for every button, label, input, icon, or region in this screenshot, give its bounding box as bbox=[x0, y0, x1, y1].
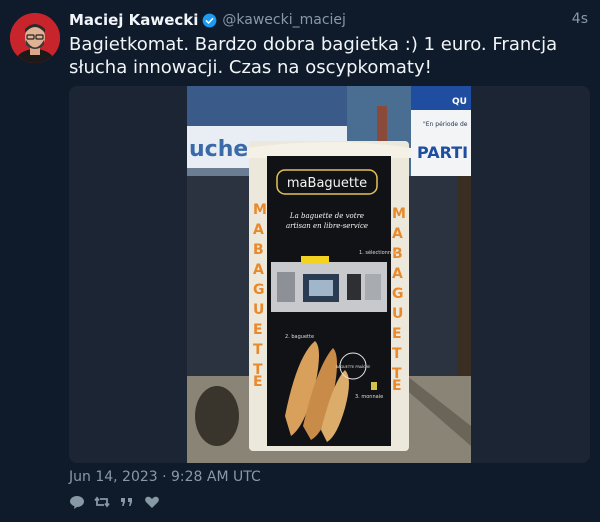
step2-label: 2. baguette bbox=[285, 334, 314, 340]
svg-text:E: E bbox=[253, 322, 263, 338]
svg-text:A: A bbox=[253, 222, 264, 238]
freshness-badge: BAGUETTE FRAÎCHE bbox=[336, 364, 371, 369]
svg-text:M: M bbox=[392, 206, 406, 222]
reply-icon[interactable] bbox=[69, 494, 85, 510]
avatar[interactable] bbox=[10, 13, 60, 63]
tweet-text: Bagietkomat. Bardzo dobra bagietka :) 1 … bbox=[69, 34, 558, 78]
slogan-line2: artisan en libre-service bbox=[286, 222, 368, 230]
tweet-photo[interactable]: uche QU "En période de PARTI M A B A G U… bbox=[187, 86, 471, 463]
svg-text:A: A bbox=[392, 226, 403, 242]
banner-q-text: QU bbox=[452, 97, 467, 107]
quote-icon[interactable] bbox=[119, 494, 135, 510]
like-icon[interactable] bbox=[144, 494, 160, 510]
svg-text:G: G bbox=[253, 282, 265, 298]
svg-text:E: E bbox=[392, 378, 402, 394]
svg-text:B: B bbox=[253, 242, 264, 258]
retweet-icon[interactable] bbox=[94, 494, 110, 510]
tweet: Maciej Kawecki @kawecki_maciej 4s Bagiet… bbox=[0, 0, 600, 522]
svg-text:U: U bbox=[253, 302, 264, 318]
author-name[interactable]: Maciej Kawecki bbox=[69, 11, 198, 29]
svg-text:T: T bbox=[253, 342, 263, 358]
media-container[interactable]: uche QU "En période de PARTI M A B A G U… bbox=[69, 86, 590, 463]
svg-text:U: U bbox=[392, 306, 403, 322]
svg-text:M: M bbox=[253, 202, 267, 218]
brand-logo: maBaguette bbox=[287, 176, 367, 191]
banner-small-text: "En période de bbox=[423, 121, 468, 128]
svg-text:G: G bbox=[392, 286, 404, 302]
author-row: Maciej Kawecki @kawecki_maciej bbox=[69, 10, 346, 30]
step3-label: 3. monnaie bbox=[355, 394, 383, 400]
action-bar bbox=[69, 494, 160, 510]
tweet-age[interactable]: 4s bbox=[572, 11, 588, 27]
svg-text:E: E bbox=[392, 326, 402, 342]
step1-label: 1. sélectionnez bbox=[359, 249, 397, 256]
banner-right-text: PARTI bbox=[417, 143, 468, 162]
svg-text:E: E bbox=[253, 374, 263, 390]
verified-badge-icon bbox=[203, 13, 217, 27]
tweet-timestamp[interactable]: Jun 14, 2023 · 9:28 AM UTC bbox=[69, 469, 261, 485]
banner-left-text: uche bbox=[189, 137, 248, 162]
slogan-line1: La baguette de votre bbox=[289, 212, 364, 220]
author-handle[interactable]: @kawecki_maciej bbox=[222, 12, 346, 28]
svg-text:A: A bbox=[253, 262, 264, 278]
svg-text:T: T bbox=[392, 346, 402, 362]
svg-text:A: A bbox=[392, 266, 403, 282]
